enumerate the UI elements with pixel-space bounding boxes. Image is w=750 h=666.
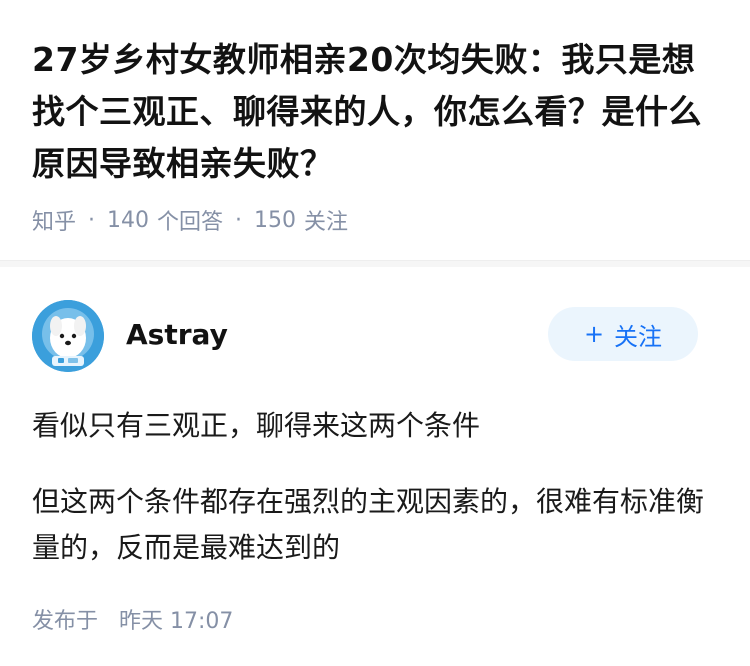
question-title[interactable]: 27岁乡村女教师相亲20次均失败：我只是想找个三观正、聊得来的人，你怎么看？是什… [32,34,718,190]
separator-dot: · [88,207,96,233]
answer-count-label: 个回答 [157,210,224,235]
follow-button-label: 关注 [614,322,663,351]
plus-icon: + [583,320,605,348]
question-header: 27岁乡村女教师相亲20次均失败：我只是想找个三观正、聊得来的人，你怎么看？是什… [0,0,750,238]
publish-time: 昨天 17:07 [119,609,234,634]
answer-card: Astray + 关注 看似只有三观正，聊得来这两个条件 但这两个条件都存在强烈… [0,299,750,635]
answer-content[interactable]: 看似只有三观正，聊得来这两个条件 但这两个条件都存在强烈的主观因素的，很难有标准… [32,403,718,571]
section-divider [0,260,750,267]
answer-paragraph: 但这两个条件都存在强烈的主观因素的，很难有标准衡量的，反而是最难达到的 [32,485,705,564]
publish-info: 发布于 昨天 17:07 [32,603,718,635]
follow-button[interactable]: + 关注 [548,307,698,361]
author-row: Astray + 关注 [32,299,718,373]
publish-label: 发布于 [32,609,99,634]
follow-count: 150 [254,207,297,233]
follow-count-label: 关注 [304,210,349,235]
author-name[interactable]: Astray [126,318,228,351]
source-label[interactable]: 知乎 [32,204,76,236]
question-meta: 知乎 · 140 个回答 · 150 关注 [32,202,718,238]
astronaut-dog-icon [32,300,104,372]
answer-paragraph: 看似只有三观正，聊得来这两个条件 [32,409,481,442]
avatar[interactable] [32,300,104,372]
answer-count: 140 [107,207,150,233]
separator-dot: · [235,207,243,233]
